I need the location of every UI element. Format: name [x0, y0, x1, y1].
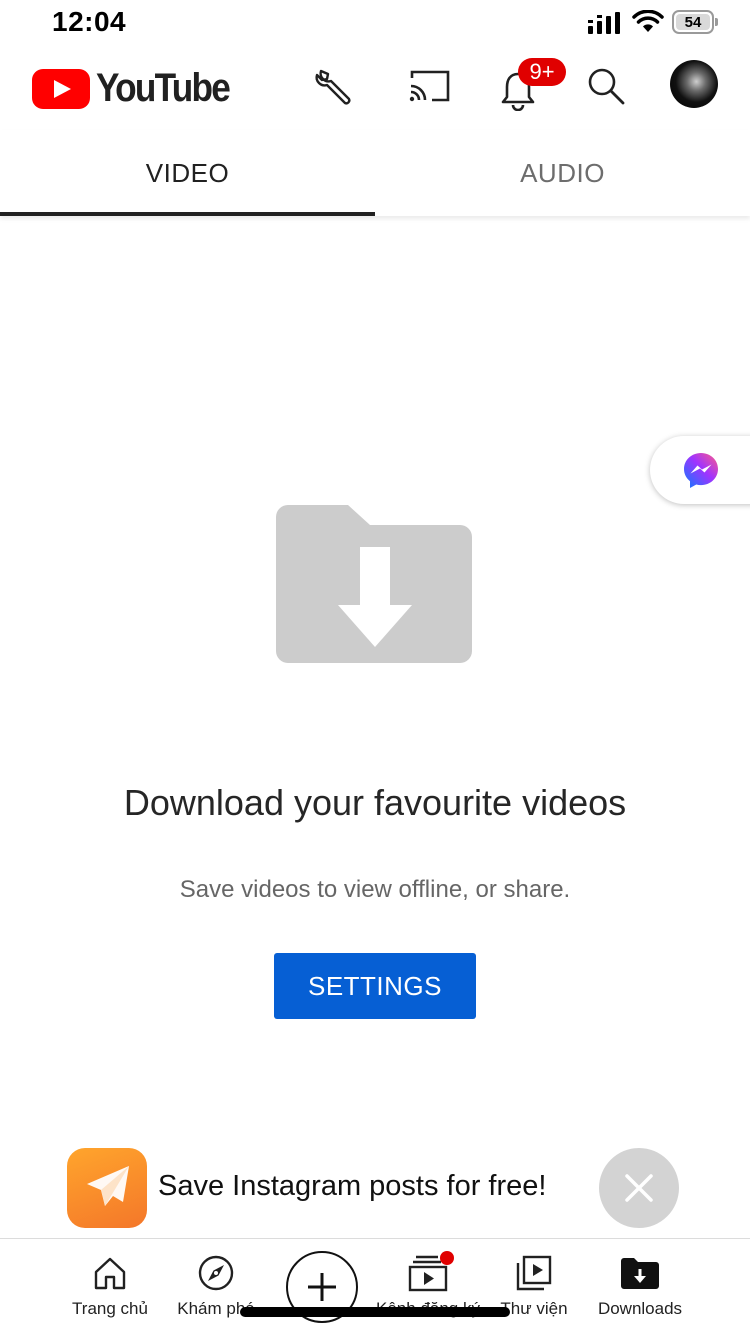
nav-label-library: Thư viện	[500, 1299, 568, 1318]
cast-icon	[409, 70, 450, 102]
promo-text: Save Instagram posts for free!	[158, 1170, 547, 1202]
youtube-wordmark: YouTube	[96, 66, 231, 110]
cellular-signal-icon	[588, 12, 620, 34]
notification-badge: 9+	[518, 58, 566, 86]
status-bar: 12:04 54	[0, 0, 750, 44]
tab-video[interactable]: VIDEO	[0, 130, 375, 216]
settings-button[interactable]: SETTINGS	[274, 953, 476, 1019]
youtube-play-icon	[32, 68, 90, 109]
bottom-navigation: Trang chủ Khám phá Kênh đăng	[0, 1238, 750, 1334]
downloads-icon	[621, 1258, 659, 1289]
search-icon	[588, 68, 625, 105]
library-icon	[516, 1255, 552, 1291]
plus-icon	[308, 1273, 336, 1301]
promo-banner[interactable]: Save Instagram posts for free!	[0, 1148, 750, 1228]
account-avatar[interactable]	[670, 60, 718, 108]
youtube-logo[interactable]: YouTube	[32, 66, 247, 111]
wifi-icon	[632, 10, 664, 32]
tab-audio[interactable]: AUDIO	[375, 130, 750, 216]
empty-state-subtitle: Save videos to view offline, or share.	[179, 876, 571, 903]
promo-app-icon	[67, 1148, 147, 1228]
messenger-chat-head[interactable]	[650, 436, 750, 504]
nav-label-downloads: Downloads	[597, 1299, 683, 1318]
empty-state-title: Download your favourite videos	[123, 782, 627, 823]
messenger-icon	[684, 453, 718, 488]
battery-level: 54	[676, 14, 710, 31]
nav-item-subscriptions[interactable]: Kênh đăng ký	[372, 1239, 484, 1334]
status-time: 12:04	[52, 6, 127, 37]
download-folder-icon	[276, 505, 472, 663]
nav-item-explore[interactable]: Khám phá	[172, 1239, 260, 1334]
home-indicator[interactable]	[240, 1307, 510, 1317]
compass-icon	[198, 1255, 234, 1291]
paper-plane-icon	[87, 1166, 129, 1206]
nav-item-home[interactable]: Trang chủ	[66, 1239, 154, 1334]
home-icon	[94, 1257, 126, 1290]
wrench-icon	[315, 69, 351, 105]
nav-label-home: Trang chủ	[72, 1299, 148, 1318]
cast-button[interactable]	[408, 64, 452, 108]
battery-icon: 54	[672, 10, 718, 34]
close-icon	[625, 1174, 653, 1202]
new-content-dot	[440, 1251, 454, 1265]
wrench-button[interactable]	[312, 64, 356, 108]
app-header: YouTube 9+	[0, 52, 750, 118]
promo-close-button[interactable]	[599, 1148, 679, 1228]
nav-item-library[interactable]: Thư viện	[496, 1239, 572, 1334]
nav-item-downloads[interactable]: Downloads	[592, 1239, 688, 1334]
search-button[interactable]	[584, 64, 628, 108]
media-tabs: VIDEO AUDIO	[0, 130, 750, 216]
